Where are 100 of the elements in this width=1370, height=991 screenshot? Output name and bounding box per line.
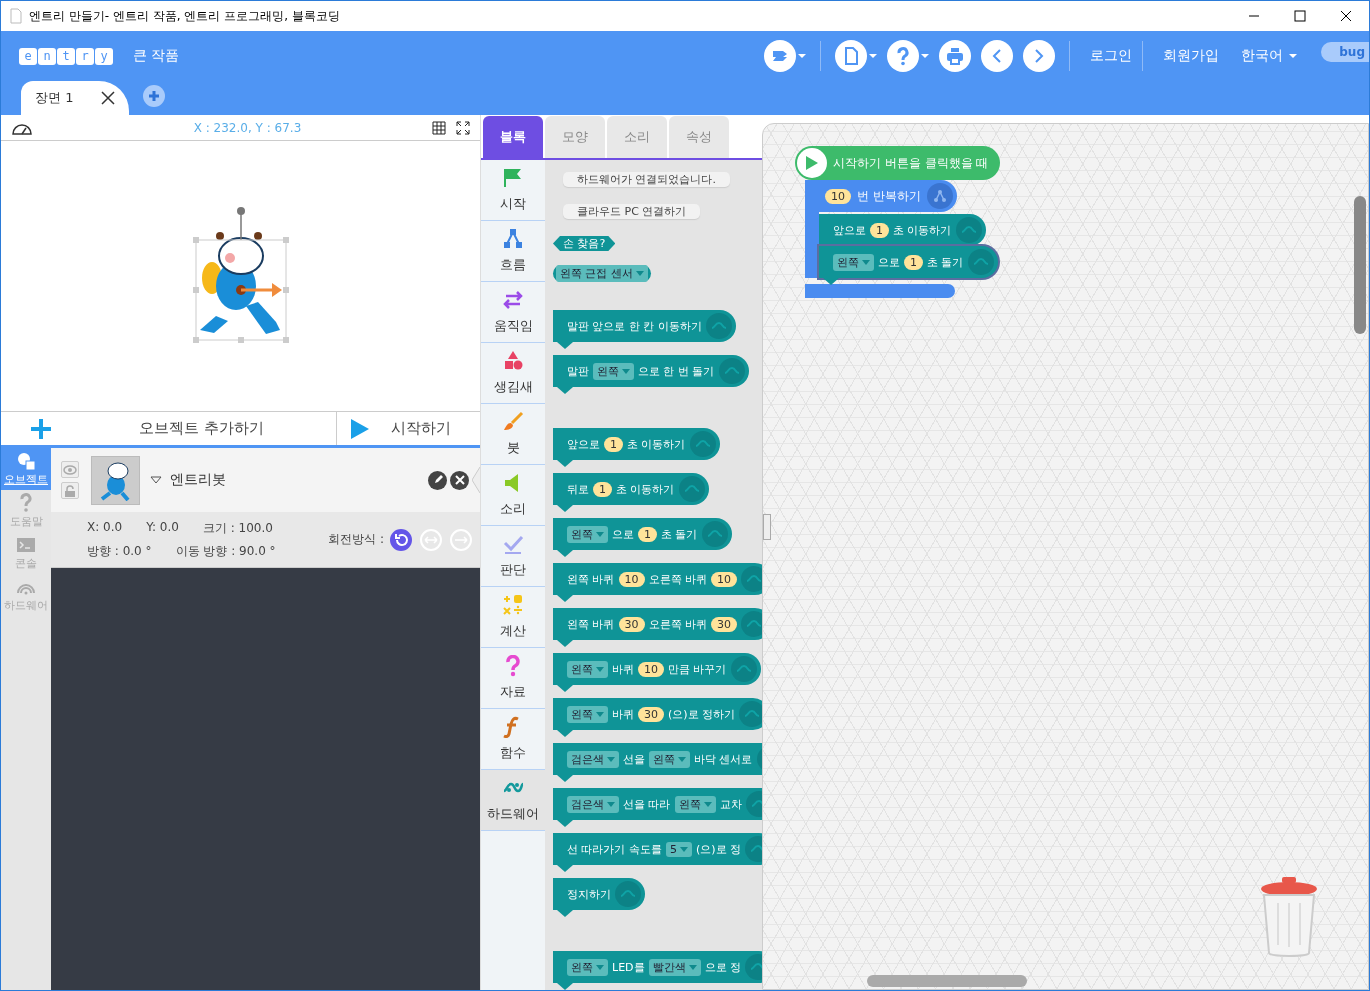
- block-label: 시작하기 버튼을 클릭했을 때: [833, 154, 989, 172]
- file-button[interactable]: [835, 40, 878, 72]
- palette-tab[interactable]: 블록: [483, 116, 543, 158]
- caret-icon: [636, 271, 644, 276]
- visibility-toggle[interactable]: [61, 461, 79, 478]
- caret-icon: [703, 801, 712, 807]
- collapse-handle-icon[interactable]: [472, 467, 480, 493]
- node-tree-icon: [502, 228, 524, 250]
- calculator-symbols-icon: [502, 594, 524, 616]
- shapes-icon: [502, 350, 524, 372]
- loop-block-arm: [805, 212, 819, 278]
- block-label: 앞으로: [833, 222, 866, 238]
- delete-button[interactable]: [450, 470, 469, 490]
- close-icon: [1340, 10, 1352, 22]
- block-label: 으로 정: [704, 959, 742, 975]
- robot-character-drawing[interactable]: [199, 232, 280, 334]
- undo-button[interactable]: [981, 40, 1014, 72]
- direction-arrow[interactable]: [235, 283, 282, 297]
- document-icon: [9, 8, 23, 24]
- number-input[interactable]: 1: [638, 526, 657, 542]
- swap-arrows-icon: [502, 289, 524, 311]
- number-input[interactable]: 1: [904, 254, 923, 270]
- number-input[interactable]: 30: [638, 706, 664, 722]
- rotation-label: 회전방식 :: [328, 531, 384, 548]
- caret-icon: [798, 54, 807, 58]
- edit-button[interactable]: [428, 470, 447, 490]
- block-dropdown[interactable]: 왼쪽: [649, 750, 690, 768]
- fullscreen-icon[interactable]: [456, 120, 470, 135]
- node-tree-icon: [926, 183, 953, 209]
- block-dropdown[interactable]: 빨간색: [648, 958, 701, 976]
- caret-icon[interactable]: [150, 476, 162, 484]
- close-icon: [454, 475, 465, 485]
- trash-icon[interactable]: [1258, 875, 1320, 959]
- help-button[interactable]: [887, 40, 930, 72]
- block-dropdown[interactable]: 검은색: [567, 795, 619, 813]
- block-label: 말판: [567, 363, 589, 379]
- block-dropdown[interactable]: 왼쪽: [593, 362, 634, 380]
- caret-icon: [596, 666, 604, 672]
- object-property: 크기 : 100.0: [202, 519, 273, 537]
- selection-frame[interactable]: [192, 207, 289, 343]
- pencil-icon: [432, 475, 443, 485]
- number-input[interactable]: 10: [618, 571, 645, 587]
- block-label: 교차: [719, 796, 742, 812]
- number-input[interactable]: 1: [593, 481, 612, 497]
- object-thumbnail[interactable]: [91, 455, 140, 505]
- vertical-scrollbar[interactable]: [1354, 196, 1366, 334]
- block-dropdown[interactable]: 왼쪽: [833, 253, 874, 271]
- number-input[interactable]: 10: [711, 571, 737, 587]
- block-label: 선을: [623, 751, 645, 767]
- block-dropdown[interactable]: 왼쪽: [567, 525, 608, 543]
- eye-icon: [63, 464, 77, 475]
- scene-tab[interactable]: 장면 1: [21, 81, 129, 115]
- loop-block[interactable]: 10 번 반복하기: [805, 180, 957, 212]
- block-dropdown[interactable]: 왼쪽: [567, 958, 608, 976]
- hardware-block-icon: [967, 249, 994, 275]
- block-dropdown[interactable]: 왼쪽: [674, 795, 716, 813]
- play-icon: [797, 148, 827, 178]
- block-label: (으)로 정하기: [668, 706, 736, 722]
- caret-icon: [607, 801, 615, 807]
- logo-letter: r: [76, 47, 94, 65]
- palette-button[interactable]: 하드웨어가 연결되었습니다.: [563, 172, 730, 187]
- close-icon[interactable]: [101, 91, 115, 105]
- number-input[interactable]: 1: [604, 436, 623, 452]
- object-icon: [16, 451, 36, 471]
- block-dropdown[interactable]: 왼쪽: [567, 705, 608, 723]
- logo-letter: n: [38, 47, 56, 65]
- number-input[interactable]: 10: [825, 188, 851, 204]
- hardware-block-icon: [741, 566, 762, 592]
- print-button[interactable]: [939, 40, 972, 72]
- caret-icon: [596, 711, 604, 717]
- number-input[interactable]: 1: [870, 222, 889, 238]
- block-label: 으로: [878, 254, 900, 270]
- resize-handle[interactable]: [763, 514, 771, 540]
- block-mode-button[interactable]: [764, 40, 807, 72]
- hardware-block-icon: [689, 431, 716, 457]
- horizontal-scrollbar[interactable]: [867, 975, 1027, 987]
- caret-icon: [862, 259, 870, 265]
- number-input[interactable]: 10: [638, 661, 664, 677]
- palette-button[interactable]: 클라우드 PC 연결하기: [563, 204, 701, 219]
- block-label: 앞으로: [567, 436, 600, 452]
- block-dropdown[interactable]: 검은색: [567, 750, 619, 768]
- add-scene-button[interactable]: [143, 85, 165, 107]
- boolean-block[interactable]: 손 찾음?: [553, 236, 616, 251]
- hardware-block-icon: [730, 656, 757, 682]
- number-input[interactable]: 30: [618, 616, 645, 632]
- lock-toggle[interactable]: [61, 482, 79, 499]
- block-dropdown[interactable]: 5: [666, 841, 692, 857]
- rotation-mode-button[interactable]: [390, 528, 412, 551]
- block-label: 으로: [612, 526, 634, 542]
- grid-icon[interactable]: [432, 120, 446, 135]
- console-icon: [16, 535, 36, 555]
- caret-icon: [680, 846, 688, 852]
- category-tab[interactable]: 하드웨어: [481, 770, 545, 831]
- object-property: X: 0.0: [87, 519, 123, 536]
- block-dropdown[interactable]: 왼쪽: [567, 660, 608, 678]
- plus-icon: [31, 418, 51, 439]
- redo-button[interactable]: [1023, 40, 1056, 72]
- rotate-icon: [393, 531, 409, 548]
- block-label: 왼쪽 바퀴: [567, 571, 615, 587]
- number-input[interactable]: 30: [711, 616, 737, 632]
